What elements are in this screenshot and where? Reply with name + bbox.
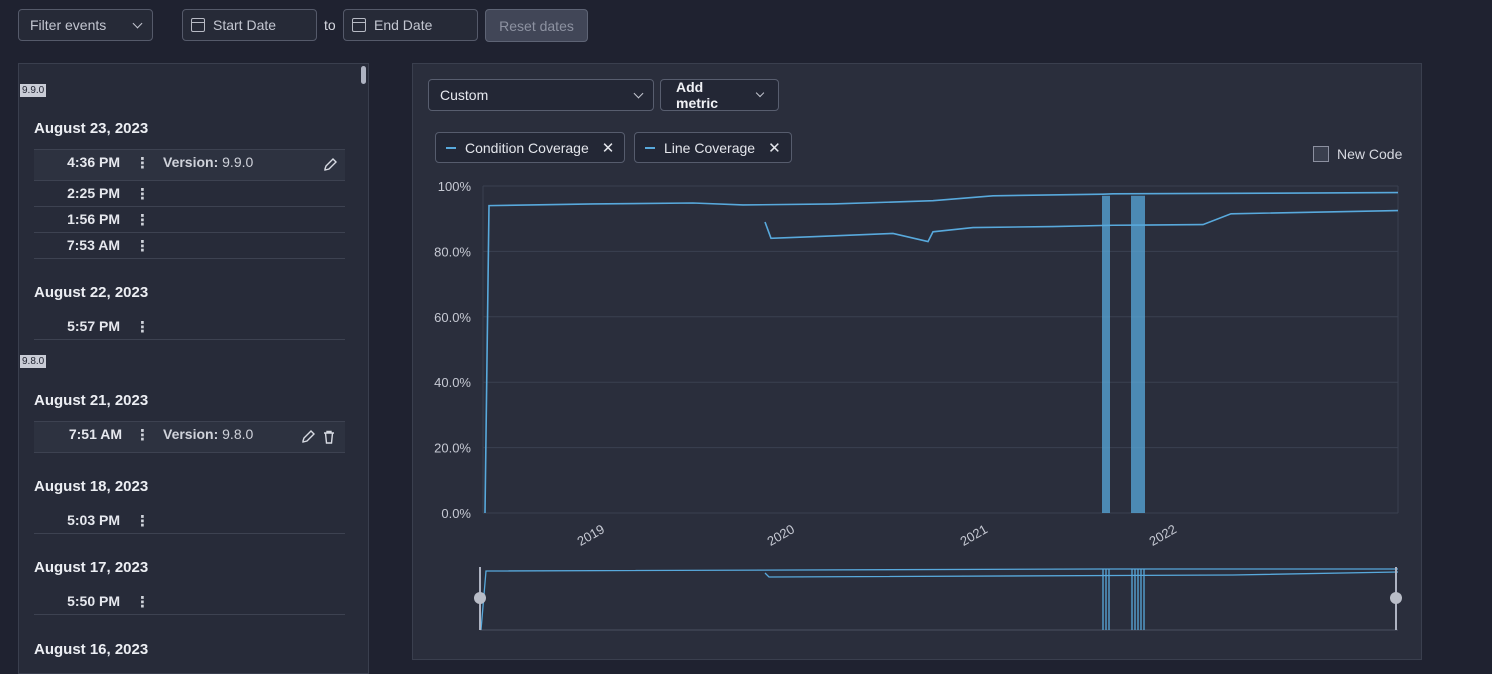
more-actions-icon[interactable]: ⋮: [135, 318, 150, 336]
event-time: 7:53 AM: [66, 237, 120, 253]
x-tick-label: 2020: [764, 521, 797, 548]
list-item[interactable]: 4:36 PM ⋮ Version: 9.9.0: [34, 149, 345, 181]
more-actions-icon[interactable]: ⋮: [135, 426, 150, 444]
x-tick-label: 2022: [1146, 521, 1179, 548]
start-date-placeholder: Start Date: [213, 17, 277, 33]
day-heading: August 22, 2023: [34, 284, 149, 301]
event-version: Version: 9.9.0: [163, 154, 254, 170]
mini-series: [480, 568, 1398, 631]
list-item[interactable]: [34, 668, 345, 673]
edit-icon[interactable]: [323, 158, 337, 172]
y-tick-label: 40.0%: [434, 375, 471, 390]
y-tick-label: 20.0%: [434, 441, 471, 456]
x-tick-label: 2021: [957, 521, 990, 548]
event-time: 7:51 AM: [68, 426, 122, 442]
toolbar: Filter events Start Date to End Date Res…: [0, 0, 1492, 52]
version-badge: 9.8.0: [20, 355, 47, 368]
more-actions-icon[interactable]: ⋮: [135, 154, 150, 172]
list-item[interactable]: 5:57 PM ⋮: [34, 314, 345, 340]
y-tick-label: 100%: [438, 179, 472, 194]
event-time: 1:56 PM: [67, 211, 120, 227]
coverage-chart-panel: Custom Add metric Condition Coverage ✕ Li…: [412, 63, 1422, 660]
range-handle-right: [1390, 592, 1402, 604]
list-item[interactable]: 1:56 PM ⋮: [34, 207, 345, 233]
calendar-icon: [191, 18, 205, 32]
day-heading: August 16, 2023: [34, 641, 149, 658]
scrollbar-thumb[interactable]: [361, 66, 366, 84]
more-actions-icon[interactable]: ⋮: [135, 593, 150, 611]
list-item[interactable]: 7:51 AM ⋮ Version: 9.8.0: [34, 421, 345, 453]
range-selector[interactable]: [474, 567, 1402, 631]
day-heading: August 23, 2023: [34, 120, 149, 137]
activity-list: 9.9.0 August 23, 2023 4:36 PM ⋮ Version:…: [18, 63, 369, 674]
list-item[interactable]: 5:03 PM ⋮: [34, 508, 345, 534]
x-axis: 2019 2020 2021 2022: [574, 521, 1179, 548]
coverage-line-chart[interactable]: 100% 80.0% 60.0% 40.0% 20.0% 0.0% 2019 2020 202…: [413, 64, 1423, 661]
event-time: 4:36 PM: [67, 154, 120, 170]
more-actions-icon[interactable]: ⋮: [135, 512, 150, 530]
end-date-placeholder: End Date: [374, 17, 433, 33]
mini-series: [764, 571, 1399, 578]
y-tick-label: 0.0%: [441, 506, 471, 521]
start-date-input[interactable]: Start Date: [182, 9, 317, 41]
list-item[interactable]: 5:50 PM ⋮: [34, 589, 345, 615]
date-range-separator: to: [324, 17, 336, 33]
event-version: Version: 9.8.0: [163, 426, 254, 442]
chevron-down-icon: [132, 18, 143, 28]
edit-icon[interactable]: [301, 430, 315, 444]
series-line-condition-coverage: [484, 191, 1399, 514]
day-heading: August 18, 2023: [34, 478, 149, 495]
y-tick-label: 60.0%: [434, 310, 471, 325]
more-actions-icon[interactable]: ⋮: [135, 237, 150, 255]
x-tick-label: 2019: [574, 521, 607, 548]
calendar-icon: [352, 18, 366, 32]
filter-events-select[interactable]: Filter events: [18, 9, 153, 41]
day-heading: August 17, 2023: [34, 559, 149, 576]
more-actions-icon[interactable]: ⋮: [135, 211, 150, 229]
list-item[interactable]: 2:25 PM ⋮: [34, 181, 345, 207]
reset-dates-button[interactable]: Reset dates: [485, 9, 588, 42]
event-time: 5:03 PM: [67, 512, 120, 528]
y-axis: 100% 80.0% 60.0% 40.0% 20.0% 0.0%: [434, 179, 471, 521]
chart-series: [484, 191, 1399, 514]
event-time: 2:25 PM: [67, 185, 120, 201]
version-badge: 9.9.0: [20, 84, 47, 97]
more-actions-icon[interactable]: ⋮: [135, 185, 150, 203]
list-item[interactable]: 7:53 AM ⋮: [34, 233, 345, 259]
chart-grid: [482, 185, 1399, 514]
series-line-line-coverage: [764, 209, 1399, 243]
event-time: 5:57 PM: [67, 318, 120, 334]
event-time: 5:50 PM: [67, 593, 120, 609]
range-handle-left: [474, 592, 486, 604]
delete-icon[interactable]: [322, 430, 336, 444]
filter-events-label: Filter events: [30, 17, 107, 33]
y-tick-label: 80.0%: [434, 244, 471, 259]
day-heading: August 21, 2023: [34, 392, 149, 409]
end-date-input[interactable]: End Date: [343, 9, 478, 41]
